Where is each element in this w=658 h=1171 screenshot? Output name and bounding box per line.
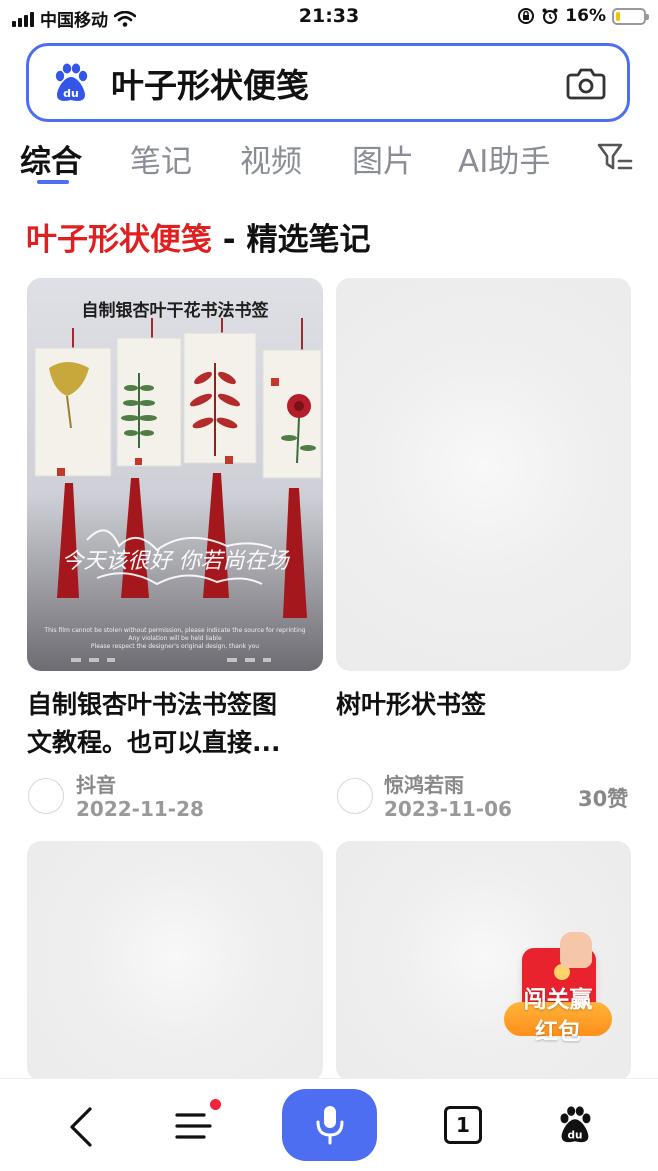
battery-percent: 16% [565,6,606,26]
like-count[interactable]: 30赞 [578,783,628,813]
hand-icon [560,932,592,968]
image-script-text: 今天该很好 你若尚在场 [62,549,291,574]
baidu-paw-icon[interactable]: du [49,61,93,105]
note-card-title-1-line2: 文教程。也可以直接... [27,728,281,757]
tab-videos[interactable]: 视频 [240,136,302,181]
rotation-lock-icon [518,8,535,24]
alarm-icon [542,8,558,24]
bottom-nav: 1 du [0,1078,658,1171]
section-suffix: - 精选笔记 [212,222,371,258]
image-footer-3: Please respect the designer's original d… [91,643,259,650]
status-right: 16% [517,6,649,26]
bookmark-photo: 今天该很好 你若尚在场 自制银杏叶干花书法书签 This film cannot… [27,278,323,671]
note-card-title-1-line1: 自制银杏叶书法书签图 [27,690,278,719]
camera-icon[interactable] [565,62,607,104]
back-icon[interactable] [66,1105,96,1149]
tab-notes[interactable]: 笔记 [130,136,192,181]
notification-dot [210,1099,221,1110]
tab-images[interactable]: 图片 [352,136,414,181]
image-footer-2: Any violation will be held liable [128,635,222,642]
battery-icon [612,7,649,25]
section-keyword: 叶子形状便笺 [26,222,212,258]
tab-active-indicator [37,180,69,184]
tabs-button[interactable]: 1 [444,1106,482,1144]
author-name[interactable]: 抖音 [76,769,116,798]
search-input[interactable]: 叶子形状便笺 [111,59,565,107]
note-card-title-2[interactable]: 树叶形状书签 [336,686,636,724]
menu-icon[interactable] [174,1107,216,1143]
image-title-text: 自制银杏叶干花书法书签 [82,300,270,321]
svg-text:du: du [568,1129,583,1141]
note-card-title-1[interactable]: 自制银杏叶书法书签图 文教程。也可以直接... [27,686,327,762]
baidu-home-icon[interactable]: du [554,1103,596,1147]
author-name[interactable]: 惊鸿若雨 [384,769,464,798]
tab-all[interactable]: 综合 [20,136,82,181]
filter-icon[interactable] [596,140,634,174]
tab-count: 1 [456,1113,470,1137]
avatar[interactable] [28,778,64,814]
note-card-image-1[interactable]: 今天该很好 你若尚在场 自制银杏叶干花书法书签 This film cannot… [27,278,323,671]
svg-text:du: du [63,87,79,100]
voice-search-button[interactable] [282,1089,377,1161]
microphone-icon [316,1106,344,1145]
post-date: 2022-11-28 [76,797,204,821]
note-card-image-3[interactable] [27,841,323,1081]
search-tabs: 综合 笔记 视频 图片 AI助手 [0,136,658,186]
note-card-image-2[interactable] [336,278,631,671]
status-bar: 中国移动 21:33 16% [0,0,658,34]
red-packet-promo[interactable]: 闯关赢 红包 [504,932,614,1050]
promo-line1: 闯关赢 [523,987,593,1013]
promo-line2: 红包 [535,1019,581,1045]
avatar[interactable] [337,778,373,814]
tab-ai-assistant[interactable]: AI助手 [458,136,550,181]
search-bar[interactable]: du 叶子形状便笺 [26,43,630,122]
promo-label: 闯关赢 红包 [504,984,612,1048]
battery-fill [616,11,620,21]
image-footer-1: This film cannot be stolen without permi… [43,627,305,634]
section-title: 叶子形状便笺 - 精选笔记 [26,214,370,259]
post-date: 2023-11-06 [384,797,512,821]
